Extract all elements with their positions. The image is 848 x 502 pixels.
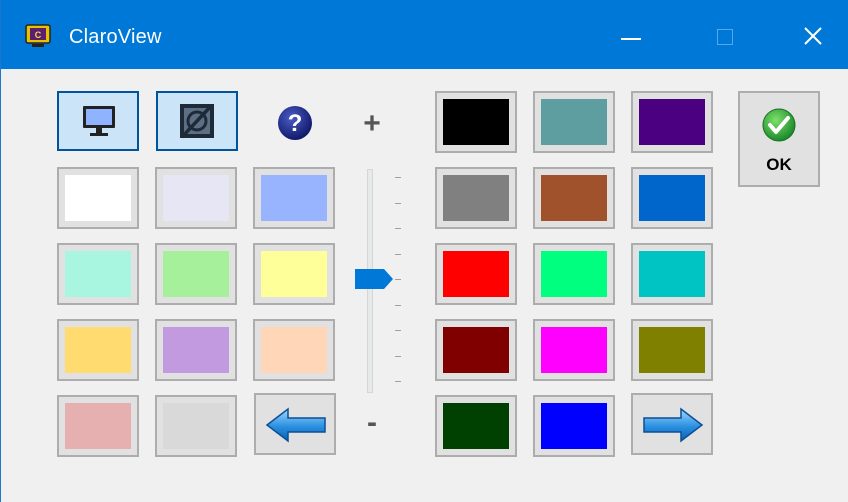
left-color-swatch-3-1[interactable] (155, 395, 237, 457)
brightness-slider-thumb[interactable] (354, 268, 394, 290)
left-color-swatch-1-2[interactable] (253, 243, 335, 305)
help-button[interactable]: ? (254, 91, 336, 151)
window-title: ClaroView (69, 26, 162, 48)
claroview-window: C ClaroView ? + - OK (0, 0, 848, 502)
swatch-color-fill (163, 327, 229, 373)
left-color-swatch-2-0[interactable] (57, 319, 139, 381)
slider-tick (395, 381, 401, 382)
left-color-swatch-1-0[interactable] (57, 243, 139, 305)
maximize-button (681, 0, 777, 69)
swatch-color-fill (261, 327, 327, 373)
minimize-button[interactable] (585, 0, 681, 69)
right-color-swatch-1-0[interactable] (435, 167, 517, 229)
right-color-swatch-2-0[interactable] (435, 243, 517, 305)
svg-text:C: C (35, 30, 42, 40)
swatch-color-fill (443, 327, 509, 373)
swatch-color-fill (261, 251, 327, 297)
swatch-color-fill (443, 99, 509, 145)
swatch-color-fill (639, 251, 705, 297)
swatch-color-fill (65, 327, 131, 373)
swatch-color-fill (541, 327, 607, 373)
right-color-swatch-1-1[interactable] (533, 167, 615, 229)
minimize-icon (621, 38, 641, 40)
slider-tick (395, 253, 401, 255)
right-color-swatch-4-0[interactable] (435, 395, 517, 457)
swatch-color-fill (261, 175, 327, 221)
right-color-swatch-3-2[interactable] (631, 319, 713, 381)
slider-tick (395, 330, 401, 331)
left-color-swatch-2-2[interactable] (253, 319, 335, 381)
right-color-swatch-1-2[interactable] (631, 167, 713, 229)
help-icon: ? (278, 106, 312, 140)
swatch-color-fill (443, 175, 509, 221)
slider-tick (395, 228, 401, 229)
swatch-color-fill (163, 175, 229, 221)
left-color-swatch-0-2[interactable] (253, 167, 335, 229)
no-filter-button[interactable] (156, 91, 238, 151)
arrow-left-icon (265, 407, 326, 443)
close-icon (804, 27, 822, 45)
right-color-swatch-4-1[interactable] (533, 395, 615, 457)
swatch-color-fill (639, 327, 705, 373)
right-color-swatch-3-0[interactable] (435, 319, 517, 381)
right-color-swatch-0-0[interactable] (435, 91, 517, 153)
forward-arrow-button[interactable] (631, 393, 713, 455)
swatch-color-fill (65, 251, 131, 297)
ok-button[interactable]: OK (738, 91, 820, 187)
left-color-swatch-1-1[interactable] (155, 243, 237, 305)
no-filter-icon (180, 103, 214, 139)
left-color-swatch-3-0[interactable] (57, 395, 139, 457)
brightness-minus-label: - (367, 406, 377, 439)
right-color-swatch-2-1[interactable] (533, 243, 615, 305)
swatch-color-fill (443, 403, 509, 449)
left-color-swatch-0-1[interactable] (155, 167, 237, 229)
swatch-color-fill (65, 175, 131, 221)
slider-tick (395, 202, 401, 204)
close-button[interactable] (777, 0, 848, 69)
maximize-icon (717, 29, 733, 45)
swatch-color-fill (163, 403, 229, 449)
swatch-color-fill (541, 403, 607, 449)
left-color-swatch-0-0[interactable] (57, 167, 139, 229)
arrow-right-icon (643, 407, 704, 443)
swatch-color-fill (541, 175, 607, 221)
ok-label: OK (766, 155, 792, 174)
right-color-swatch-3-1[interactable] (533, 319, 615, 381)
swatch-color-fill (163, 251, 229, 297)
slider-tick (395, 355, 401, 357)
client-area: ? + - OK (1, 69, 848, 502)
slider-tick (395, 279, 401, 280)
swatch-color-fill (639, 99, 705, 145)
monitor-icon (83, 106, 115, 136)
left-color-swatch-2-1[interactable] (155, 319, 237, 381)
right-color-swatch-2-2[interactable] (631, 243, 713, 305)
slider-tick (395, 177, 401, 178)
title-bar[interactable]: C ClaroView (1, 0, 848, 69)
check-icon (762, 108, 796, 142)
swatch-color-fill (65, 403, 131, 449)
brightness-plus-label: + (363, 107, 381, 140)
back-arrow-button[interactable] (254, 393, 336, 455)
swatch-color-fill (639, 175, 705, 221)
claroview-app-icon: C (25, 24, 51, 47)
swatch-color-fill (443, 251, 509, 297)
slider-tick (395, 304, 401, 306)
monitor-button[interactable] (57, 91, 139, 151)
swatch-color-fill (541, 99, 607, 145)
swatch-color-fill (541, 251, 607, 297)
svg-text:?: ? (288, 110, 303, 137)
right-color-swatch-0-1[interactable] (533, 91, 615, 153)
right-color-swatch-0-2[interactable] (631, 91, 713, 153)
